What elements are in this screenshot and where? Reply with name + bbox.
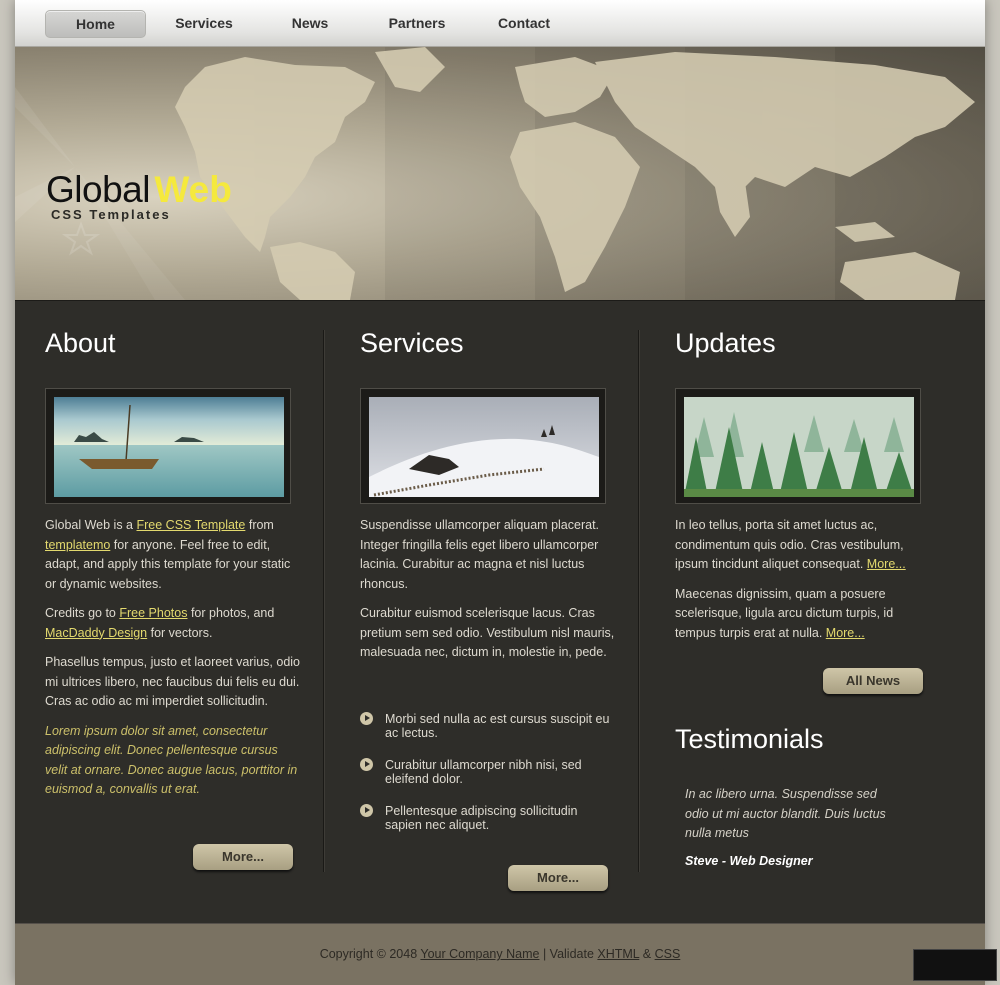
about-heading: About <box>45 328 116 358</box>
about-p1-text-b: from <box>248 518 274 532</box>
about-image-frame <box>45 388 291 504</box>
templatemo-link[interactable]: templatemo <box>45 538 110 552</box>
validate-text: | Validate <box>542 947 594 961</box>
about-p2-text-b: for photos, and <box>190 606 275 620</box>
about-paragraph-2: Credits go to Free Photos for photos, an… <box>45 604 300 643</box>
snow-landscape-image <box>369 397 599 497</box>
top-nav: Home Services News Partners Contact <box>15 0 985 47</box>
play-arrow-icon <box>360 712 373 725</box>
nav-contact[interactable]: Contact <box>474 10 574 36</box>
about-p1-text-a: Global Web is a <box>45 518 134 532</box>
header-banner: Global Web CSS Templates <box>15 47 985 301</box>
copyright-text: Copyright © 2048 <box>319 947 418 961</box>
column-divider <box>323 330 324 872</box>
logo-text-global: Global <box>46 169 150 210</box>
site-logo[interactable]: Global Web <box>46 169 232 211</box>
footer: Copyright © 2048 Your Company Name | Val… <box>15 923 985 985</box>
services-paragraph-2: Curabitur euismod scelerisque lacus. Cra… <box>360 606 615 659</box>
about-more-button[interactable]: More... <box>193 844 293 870</box>
nav-home[interactable]: Home <box>45 10 146 38</box>
watermark-badge <box>913 949 997 981</box>
services-item-text: Pellentesque adipiscing sollicitudin sap… <box>385 804 578 832</box>
xhtml-link[interactable]: XHTML <box>597 947 639 961</box>
services-list: Morbi sed nulla ac est cursus suscipit e… <box>360 712 610 851</box>
nav-services[interactable]: Services <box>154 10 254 36</box>
services-image-frame <box>360 388 606 504</box>
testimonials-heading: Testimonials <box>675 724 824 754</box>
updates-heading: Updates <box>675 328 776 358</box>
updates-paragraph-1: In leo tellus, porta sit amet luctus ac,… <box>675 516 925 575</box>
all-news-button[interactable]: All News <box>823 668 923 694</box>
testimonial-author: Steve - Web Designer <box>685 854 813 868</box>
footer-text: Copyright © 2048 Your Company Name | Val… <box>15 947 985 961</box>
services-paragraph-1: Suspendisse ullamcorper aliquam placerat… <box>360 518 600 591</box>
site-tagline: CSS Templates <box>51 207 171 222</box>
play-arrow-icon <box>360 804 373 817</box>
free-photos-link[interactable]: Free Photos <box>119 606 187 620</box>
services-list-item: Curabitur ullamcorper nibh nisi, sed ele… <box>360 758 610 786</box>
services-item-text: Curabitur ullamcorper nibh nisi, sed ele… <box>385 758 582 786</box>
company-name-link[interactable]: Your Company Name <box>420 947 539 961</box>
services-list-item: Morbi sed nulla ac est cursus suscipit e… <box>360 712 610 740</box>
updates-paragraph-2: Maecenas dignissim, quam a posuere scele… <box>675 585 925 644</box>
updates-more-link-1[interactable]: More... <box>867 557 906 571</box>
services-list-item: Pellentesque adipiscing sollicitudin sap… <box>360 804 610 832</box>
boat-lake-image <box>54 397 284 497</box>
page: Home Services News Partners Contact Glob… <box>15 0 985 985</box>
nav-partners[interactable]: Partners <box>367 10 467 36</box>
about-paragraph-3: Phasellus tempus, justo et laoreet variu… <box>45 655 300 708</box>
services-heading: Services <box>360 328 464 358</box>
testimonial-quote: In ac libero urna. Suspendisse sed odio … <box>685 787 886 840</box>
play-arrow-icon <box>360 758 373 771</box>
about-p2-text-a: Credits go to <box>45 606 116 620</box>
ampersand-text: & <box>642 947 652 961</box>
misty-forest-image <box>684 397 914 497</box>
about-p2-text-c: for vectors. <box>150 625 213 640</box>
nav-news[interactable]: News <box>260 10 360 36</box>
about-paragraph-4: Lorem ipsum dolor sit amet, consectetur … <box>45 723 298 797</box>
about-paragraph-1: Global Web is a Free CSS Template from t… <box>45 516 300 594</box>
services-item-text: Morbi sed nulla ac est cursus suscipit e… <box>385 712 610 740</box>
macdaddy-design-link[interactable]: MacDaddy Design <box>45 626 147 640</box>
free-css-template-link[interactable]: Free CSS Template <box>137 518 246 532</box>
css-link[interactable]: CSS <box>655 947 681 961</box>
column-divider <box>638 330 639 872</box>
updates-image-frame <box>675 388 921 504</box>
services-more-button[interactable]: More... <box>508 865 608 891</box>
updates-more-link-2[interactable]: More... <box>826 626 865 640</box>
logo-text-web: Web <box>154 169 232 210</box>
